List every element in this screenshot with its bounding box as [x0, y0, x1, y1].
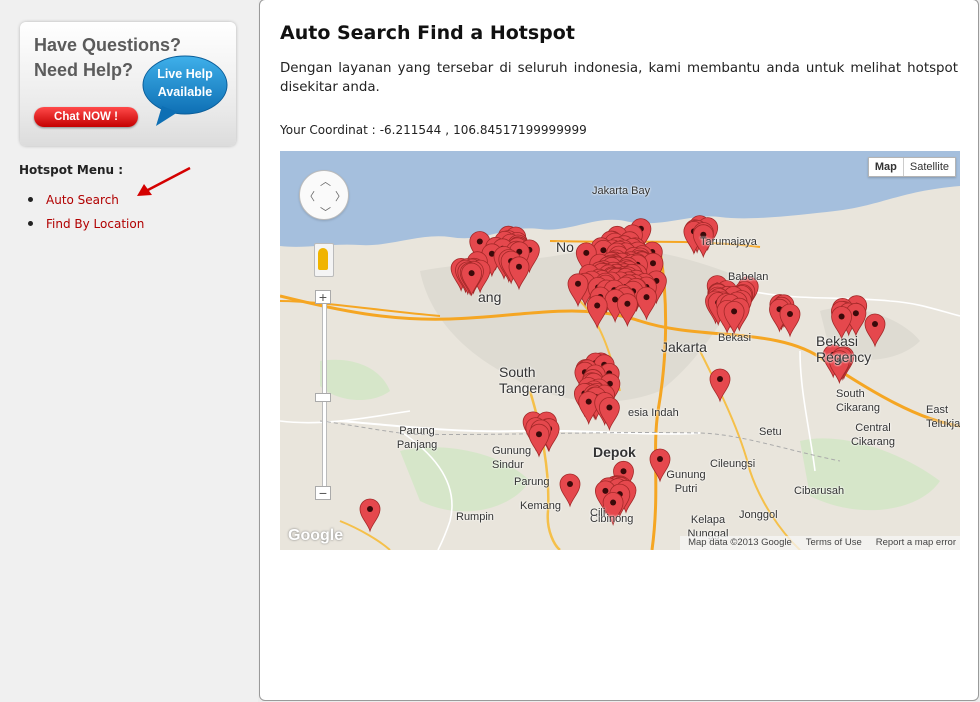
bullet-icon [28, 197, 33, 202]
help-question-line2: Need Help? [34, 60, 134, 80]
auto-search-link[interactable]: Auto Search [46, 193, 119, 207]
pan-down-icon[interactable]: ﹀ [320, 204, 331, 220]
live-help-banner[interactable]: Have Questions? Need Help? Live Help Ava… [20, 22, 236, 146]
help-question-line1: Have Questions? [34, 35, 182, 55]
report-map-error-link[interactable]: Report a map error [876, 536, 956, 550]
map-type-map-button[interactable]: Map [869, 158, 904, 176]
map-type-control: Map Satellite [867, 157, 956, 177]
map-label-parung-panjang: Parung Panjang [396, 425, 438, 451]
pegman-figure [318, 248, 328, 270]
hotspot-menu-title: Hotspot Menu : [19, 163, 124, 177]
coordinate-label: Your Coordinat : [280, 123, 376, 137]
map-label-north-fragment: No [556, 239, 574, 255]
map-label-south-tangerang: South Tangerang [499, 364, 566, 396]
map-label-central-cikarang: Central Cikarang [850, 422, 896, 448]
map-label-jonggol: Jonggol [739, 509, 778, 521]
map-label-cili-fragment: Cili [590, 507, 606, 519]
chat-now-button[interactable]: Chat NOW ! [34, 107, 138, 127]
map-label-tangerang-fragment: ang [478, 289, 502, 305]
map-label-jakarta-bay: Jakarta Bay [592, 185, 651, 197]
coordinate-longitude: 106.84517199999999 [453, 123, 587, 137]
map-label-gunung-putri: Gunung Putri [666, 469, 706, 495]
zoom-slider-knob[interactable] [315, 393, 331, 402]
pan-left-icon[interactable]: 〈 [304, 188, 315, 204]
google-logo: Google [288, 527, 344, 544]
coordinate-readout: Your Coordinat : -6.211544, 106.8451719999… [280, 123, 591, 137]
hotspot-menu: Auto Search Find By Location [28, 190, 144, 238]
zoom-in-button[interactable]: + [315, 290, 331, 304]
map-label-jakarta: Jakarta [661, 339, 707, 355]
red-arrow-icon [137, 166, 191, 196]
map-data-credit: Map data ©2013 Google [688, 537, 792, 548]
terms-of-use-link[interactable]: Terms of Use [806, 536, 862, 550]
map-label-setu: Setu [759, 426, 782, 438]
map-label-bekasi-regency: Bekasi Regency [816, 333, 872, 365]
map-type-satellite-button[interactable]: Satellite [904, 158, 955, 176]
page-description: Dengan layanan yang tersebar di seluruh … [280, 61, 958, 95]
map-label-rumpin: Rumpin [456, 511, 494, 523]
map-label-depok: Depok [593, 444, 636, 460]
street-view-pegman-icon[interactable] [314, 243, 334, 277]
zoom-out-button[interactable]: − [315, 486, 331, 500]
map-label-east-telukjamb: East Telukjamb [926, 404, 960, 430]
live-help-available-label: Available [157, 85, 213, 99]
menu-item-find-by-location: Find By Location [28, 214, 144, 238]
pan-control[interactable]: ︿ ﹀ 〈 〉 [299, 170, 349, 220]
menu-item-auto-search: Auto Search [28, 190, 144, 214]
zoom-slider-track[interactable] [322, 291, 327, 493]
pan-right-icon[interactable]: 〉 [335, 188, 346, 204]
sidebar: Have Questions? Need Help? Live Help Ava… [0, 0, 258, 702]
hotspot-map[interactable]: Jakarta Bay Tarumajaya Babelan Bekasi Be… [280, 151, 960, 550]
map-label-cileungsi: Cileungsi [710, 458, 756, 470]
coordinate-separator: , [445, 123, 450, 137]
map-attribution: Map data ©2013 Google Terms of Use Repor… [680, 536, 960, 550]
map-label-babelan: Babelan [728, 271, 769, 283]
coordinate-latitude: -6.211544 [379, 123, 442, 137]
map-label-cibarusah: Cibarusah [794, 485, 845, 497]
pan-up-icon[interactable]: ︿ [320, 173, 331, 189]
map-label-parung: Parung [514, 476, 550, 488]
find-by-location-link[interactable]: Find By Location [46, 217, 144, 231]
map-label-kemang: Kemang [520, 500, 561, 512]
map-label-tarumajaya: Tarumajaya [700, 236, 757, 248]
map-label-gunung-sindur: Gunung Sindur [492, 445, 532, 471]
map-label-south-cikarang: South Cikarang [836, 388, 881, 414]
live-help-label: Live Help [157, 67, 213, 81]
map-label-indonesia-indah: esia Indah [628, 407, 679, 419]
page-title: Auto Search Find a Hotspot [280, 22, 575, 44]
main-content: Auto Search Find a Hotspot Dengan layana… [259, 0, 979, 701]
bullet-icon [28, 221, 33, 226]
map-label-bekasi: Bekasi [718, 332, 752, 344]
